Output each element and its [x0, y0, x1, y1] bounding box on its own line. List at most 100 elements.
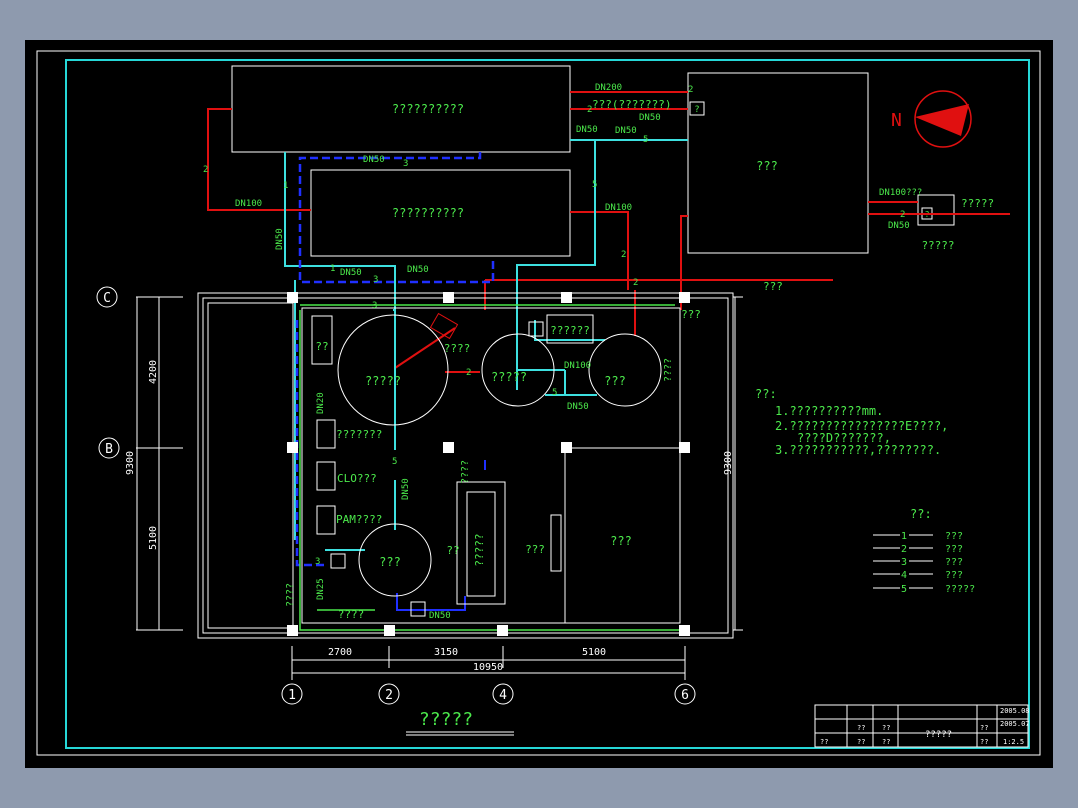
- axis-6: 6: [681, 688, 689, 703]
- title-block-cell: ??: [882, 724, 890, 732]
- axis-c: C: [103, 291, 111, 306]
- pipe-num: 5: [643, 135, 648, 145]
- title-block-name: ?????: [925, 730, 952, 740]
- dim-5100: 5100: [582, 647, 606, 658]
- dim-9300-r: 9300: [723, 451, 734, 475]
- title-block-cell: ??: [882, 738, 890, 746]
- columns: [287, 292, 690, 636]
- tank-1-label: ?????: [365, 374, 401, 388]
- dn100-p-label: DN100: [564, 361, 591, 371]
- equip-a-label: ??: [315, 340, 328, 353]
- dn50-b2-label: DN50: [429, 611, 451, 621]
- cyan-pipes: [284, 139, 688, 551]
- dn50-f-label: DN50: [340, 268, 362, 278]
- title-block-date1: 2005.08: [1000, 707, 1030, 715]
- legend-num: 4: [901, 570, 907, 581]
- notes: ??: 1.??????????mm. 2.????????????????E?…: [755, 387, 948, 457]
- red-pipes: [207, 91, 1010, 373]
- dim-9300-l: 9300: [125, 451, 136, 475]
- dn100-c-label: DN100???: [879, 188, 922, 198]
- big-room: [687, 72, 869, 254]
- equip-f-label: ??????: [550, 324, 590, 337]
- legend-heading: ??:: [910, 507, 932, 521]
- pipe-num: 2: [621, 250, 626, 260]
- notes-line3: 3.???????????,????????.: [775, 443, 941, 457]
- drawing-canvas: ?????????? ?????????? ??? ? ? ????? N ??…: [36, 50, 1041, 756]
- clo-label: CLO???: [337, 472, 377, 485]
- room1-label: ???: [525, 543, 545, 556]
- dn50-g-label: DN50: [407, 265, 429, 275]
- legend-num: 2: [901, 544, 907, 555]
- label-vertical-2: ????: [663, 358, 674, 382]
- room2-label: ???: [610, 534, 632, 548]
- equip-clo: [316, 461, 336, 491]
- left-vertical-label: ????: [285, 583, 296, 607]
- tank-2-label: ?????: [491, 370, 527, 384]
- pipe-num: 2: [688, 85, 693, 95]
- tank-4-label: ???: [379, 555, 401, 569]
- top-right-label: ???: [681, 308, 701, 321]
- pipe-num: 5: [552, 388, 557, 398]
- title-block: [814, 704, 1029, 748]
- pipe-num: 2: [633, 278, 638, 288]
- north-arrow-letter: N: [891, 110, 902, 131]
- top-note: ???(???????): [592, 98, 671, 111]
- dn20-label: DN20: [316, 392, 326, 414]
- drawing-title: ?????: [419, 709, 473, 730]
- pipe-num: 1: [330, 264, 335, 274]
- equip-b-label: ???????: [336, 428, 382, 441]
- title-block-text: ????? 2005.08 2005.07 ?? ?? ?? ?? ?? ?? …: [820, 707, 1030, 746]
- dn100-a-label: DN100: [235, 199, 262, 209]
- dn50-p-label: DN50: [567, 402, 589, 412]
- dn50-h-label: DN50: [401, 478, 411, 500]
- dn50-e-label: DN50: [888, 221, 910, 231]
- legend-num: 5: [901, 584, 907, 595]
- equip-pam: [316, 505, 336, 535]
- legend-num: 3: [901, 557, 907, 568]
- tank-3: [588, 333, 662, 407]
- dim-4200: 4200: [148, 360, 159, 384]
- cad-viewport[interactable]: ?????????? ?????????? ??? ? ? ????? N ??…: [25, 40, 1053, 768]
- label-vertical-1: ????: [460, 460, 471, 484]
- dim-3150: 3150: [434, 647, 458, 658]
- pipe-num: 2: [587, 105, 592, 115]
- notes-heading: ??:: [755, 387, 777, 401]
- pipe-num: 3: [403, 159, 408, 169]
- outer-frame: [36, 50, 1041, 756]
- small-box: [917, 194, 955, 226]
- dn50-b-label: DN50: [576, 125, 598, 135]
- left-strip: [207, 302, 294, 629]
- dn200-label: DN200: [595, 83, 622, 93]
- label-a: ????: [444, 342, 471, 355]
- legend-num: 1: [901, 531, 907, 542]
- pam-label: PAM????: [336, 513, 382, 526]
- dim-2700: 2700: [328, 647, 352, 658]
- axis-1: 1: [288, 688, 296, 703]
- equip-b: [316, 419, 336, 449]
- dim-5100-v: 5100: [148, 526, 159, 550]
- dimension-text: 4200 5100 9300 9300 2700 3150 5100 10950: [125, 360, 734, 673]
- dn50-vertical-label: DN50: [275, 228, 285, 250]
- tank-1: [337, 314, 449, 426]
- equip-c: [330, 553, 346, 569]
- small-box-label-b: ?????: [961, 197, 994, 210]
- pipe-num: 1: [283, 181, 288, 191]
- title-block-scale: 1:2.5: [1003, 738, 1024, 746]
- tank-3-label: ???: [604, 374, 626, 388]
- pipe-num: 2: [900, 210, 905, 220]
- title-block-cell: ??: [980, 724, 988, 732]
- inner-frame: [65, 59, 1030, 749]
- pipe-num: 2: [466, 368, 471, 378]
- pipe-num: 5: [592, 180, 597, 190]
- legend: ??: 1 ??? 2 ??? 3 ??? 4 ??? 5 ?????: [873, 507, 975, 595]
- pipe-num: 3: [315, 557, 320, 567]
- dn100-b-label: DN100: [605, 203, 632, 213]
- title-block-cell: ??: [820, 738, 828, 746]
- pipe-num: 3: [372, 301, 377, 311]
- dn50-d-label: DN50: [363, 155, 385, 165]
- title-block-cell: ??: [857, 738, 865, 746]
- title-block-cell: ??: [980, 738, 988, 746]
- legend-label: ???: [945, 544, 963, 555]
- filter-bed-label: ?????: [473, 533, 486, 566]
- axis-b: B: [105, 442, 113, 457]
